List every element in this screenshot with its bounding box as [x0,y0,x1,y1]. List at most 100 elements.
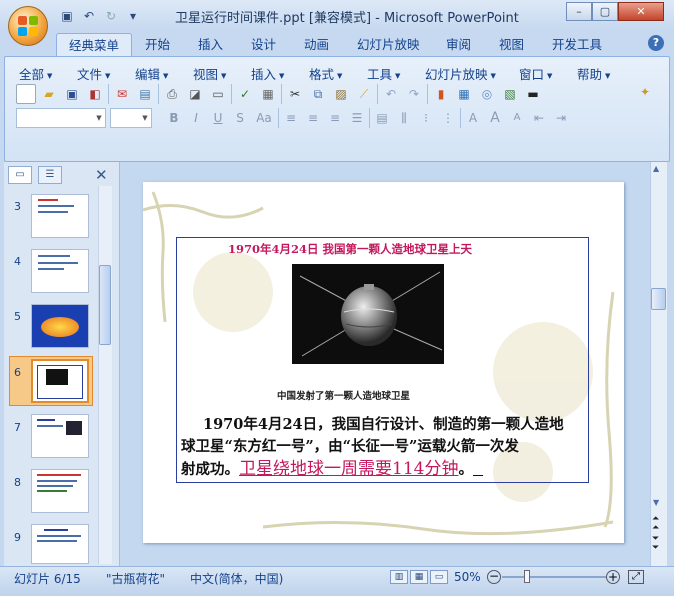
minimize-button[interactable]: – [566,2,592,21]
redo-icon[interactable]: ↻ [102,8,120,24]
zoom-level[interactable]: 50% [454,570,481,584]
picture-icon[interactable]: ▧ [500,84,520,104]
font-color-button[interactable]: A [463,108,483,128]
print-preview-icon[interactable]: ◪ [185,84,205,104]
color-grayscale-icon[interactable]: ▬ [523,84,543,104]
undo-icon[interactable]: ↶ [381,84,401,104]
satellite-photo[interactable] [292,264,444,364]
slideshow-view-icon[interactable]: ▭ [430,570,448,584]
spelling-icon[interactable]: ✓ [235,84,255,104]
print-icon[interactable]: ⎙ [162,84,182,104]
thumbnail-scrollbar-thumb[interactable] [99,265,111,345]
tab-design[interactable]: 设计 [239,33,288,57]
outline-tab-icon[interactable]: ☰ [38,166,62,184]
font-size-combo[interactable]: ▼ [110,108,152,128]
vertical-scrollbar-thumb[interactable] [651,288,666,310]
menu-edit[interactable]: 编辑 ▼ [135,64,168,83]
change-case-button[interactable]: Aa [252,108,276,128]
slide-body-text[interactable]: 1970年4月24日，我国自行设计、制造的第一颗人造地 球卫星“东方红一号”，由… [181,414,585,481]
research-icon[interactable]: ▦ [258,84,278,104]
underline-button[interactable]: U [208,108,228,128]
menu-slideshow[interactable]: 幻灯片放映 ▼ [425,64,496,83]
slides-tab-icon[interactable]: ▭ [8,166,32,184]
scroll-up-icon[interactable]: ▲ [653,164,659,173]
tab-developer[interactable]: 开发工具 [540,33,614,57]
cut-icon[interactable]: ✂ [285,84,305,104]
table-icon[interactable]: ▦ [454,84,474,104]
zoom-slider-thumb[interactable] [524,570,530,583]
numbering-icon[interactable]: ⋮ [438,108,458,128]
menu-file[interactable]: 文件 ▼ [77,64,110,83]
tab-animation[interactable]: 动画 [292,33,341,57]
shadow-button[interactable]: S [230,108,250,128]
office-button[interactable] [8,6,48,46]
grow-font-button[interactable]: A [485,108,505,128]
bullets-icon[interactable]: ⁝ [416,108,436,128]
tab-insert[interactable]: 插入 [186,33,235,57]
close-pane-icon[interactable]: ✕ [95,166,108,184]
slide-thumbnail[interactable] [31,194,89,238]
tab-view[interactable]: 视图 [487,33,536,57]
permission-icon[interactable]: ◧ [85,84,105,104]
undo-icon[interactable]: ↶ [80,8,98,24]
tab-review[interactable]: 审阅 [434,33,483,57]
chart-icon[interactable]: ▮ [431,84,451,104]
scroll-down-icon[interactable]: ▼ [653,498,659,507]
zoom-out-icon[interactable]: − [487,570,501,584]
menu-all[interactable]: 全部 ▼ [19,64,52,83]
redo-icon[interactable]: ↷ [404,84,424,104]
slide-heading[interactable]: 1970年4月24日 我国第一颗人造地球卫星上天 [228,241,472,257]
open-icon[interactable]: ▰ [39,84,59,104]
slide-thumbnail[interactable] [31,249,89,293]
slide-thumbnail[interactable] [31,469,89,513]
tab-slideshow[interactable]: 幻灯片放映 [345,33,432,57]
previous-slide-icon[interactable]: ⏶ ⏶ [652,515,659,533]
justify-icon[interactable]: ☰ [347,108,367,128]
align-left-icon[interactable]: ≡ [281,108,301,128]
italic-button[interactable]: I [186,108,206,128]
menu-view[interactable]: 视图 ▼ [193,64,226,83]
email-icon[interactable]: ✉ [112,84,132,104]
tab-home[interactable]: 开始 [133,33,182,57]
normal-view-icon[interactable]: ▥ [390,570,408,584]
tab-classic-menu[interactable]: 经典菜单 [56,33,133,57]
save-icon[interactable]: ▣ [58,8,76,24]
increase-indent-icon[interactable]: ⇥ [551,108,571,128]
text-direction-icon[interactable]: ▤ [372,108,392,128]
copy-icon[interactable]: ⧉ [308,84,328,104]
slide-thumbnail[interactable] [31,414,89,458]
slide-sorter-icon[interactable]: ▦ [410,570,428,584]
thumbnail-scrollbar[interactable] [98,186,112,564]
slide-thumbnail-selected[interactable] [31,359,89,403]
slide-thumbnail[interactable] [31,524,89,564]
preview-icon[interactable]: ▭ [208,84,228,104]
bold-button[interactable]: B [164,108,184,128]
next-slide-icon[interactable]: ⏷ ⏷ [652,535,659,553]
close-button[interactable]: ✕ [618,2,664,21]
menu-tools[interactable]: 工具 ▼ [367,64,400,83]
restore-button[interactable]: ▢ [592,2,618,21]
slide-thumbnail[interactable] [31,304,89,348]
menu-format[interactable]: 格式 ▼ [309,64,342,83]
decrease-indent-icon[interactable]: ⇤ [529,108,549,128]
fit-to-window-icon[interactable]: ⤢ [628,570,644,584]
theme-status[interactable]: "古瓶荷花" [106,570,165,587]
save-icon[interactable]: ▣ [62,84,82,104]
align-text-icon[interactable]: ⫼ [394,108,414,128]
font-name-combo[interactable]: ▼ [16,108,106,128]
language-status[interactable]: 中文(简体，中国) [190,570,283,587]
publish-icon[interactable]: ▤ [135,84,155,104]
help-icon[interactable]: ? [648,35,664,51]
align-center-icon[interactable]: ≡ [303,108,323,128]
insert-object-icon[interactable]: ◎ [477,84,497,104]
new-icon[interactable] [16,84,36,104]
align-right-icon[interactable]: ≡ [325,108,345,128]
new-slide-icon[interactable]: ✦ [640,85,650,99]
paste-icon[interactable]: ▨ [331,84,351,104]
format-painter-icon[interactable]: ⟋ [354,84,374,104]
customize-qat-button[interactable]: ▾ [124,8,142,24]
menu-help[interactable]: 帮助 ▼ [577,64,610,83]
menu-window[interactable]: 窗口 ▼ [519,64,552,83]
zoom-in-icon[interactable]: + [606,570,620,584]
menu-insert[interactable]: 插入 ▼ [251,64,284,83]
